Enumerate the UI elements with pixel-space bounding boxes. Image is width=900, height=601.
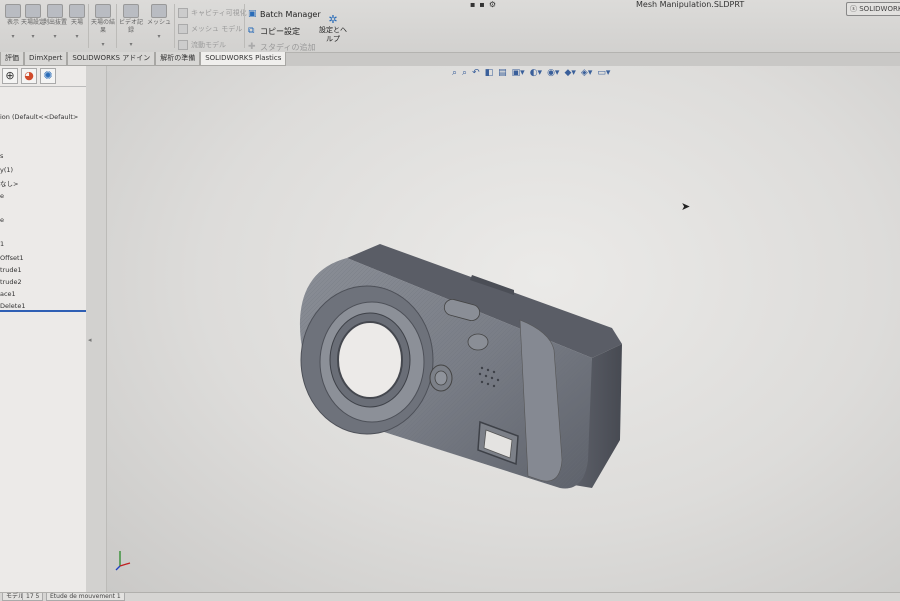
tab-analysis-prep[interactable]: 解析の準備 — [155, 52, 201, 66]
display-manager-icon[interactable]: ◕ — [21, 68, 37, 84]
copy-settings-command[interactable]: ⧉ コピー設定 — [248, 26, 300, 37]
options-gear-icon[interactable]: ⚙ — [489, 0, 500, 9]
tree-item[interactable]: e — [0, 216, 4, 224]
panel-tab-icons: ⊕ ◕ ✺ — [0, 66, 86, 87]
mouse-cursor-icon: ➤ — [681, 200, 691, 213]
apply-scene-icon[interactable]: ◈▾ — [581, 68, 592, 78]
cavity-visualization-command[interactable]: キャビティ可視化 — [178, 8, 247, 18]
batch-manager-icon: ▣ — [248, 9, 257, 19]
results-icon — [95, 4, 111, 18]
tree-item[interactable]: 1 — [0, 240, 4, 248]
display-style-icon[interactable]: ◐▾ — [530, 68, 542, 78]
flow-model-command[interactable]: 流動モデル — [178, 40, 226, 50]
mesh-model-icon — [178, 24, 188, 34]
chevron-down-icon: ▾ — [75, 33, 79, 40]
solidworks-logo: ⓢ SOLIDWORKS — [846, 2, 900, 16]
previous-view-icon[interactable]: ↶ — [472, 68, 480, 78]
chevron-down-icon: ▾ — [129, 41, 133, 48]
ribbon-button-results[interactable]: 天場の結果 ▾ — [90, 4, 116, 49]
batch-manager-command[interactable]: ▣ Batch Manager — [248, 9, 321, 20]
cavity-icon — [178, 8, 188, 18]
ribbon-button-video[interactable]: ビデオ記録 ▾ — [118, 4, 144, 49]
panel-splitter[interactable] — [86, 66, 107, 596]
settings-icon — [25, 4, 41, 18]
zoom-to-fit-icon[interactable]: ⌕ — [452, 68, 457, 78]
plastics-manager-icon[interactable]: ✺ — [40, 68, 56, 84]
ribbon-separator — [244, 4, 245, 48]
dimxpert-manager-icon[interactable]: ⊕ — [2, 68, 18, 84]
camera-mesh-model[interactable] — [292, 240, 632, 495]
configuration-label: ion (Default<<Default> — [0, 113, 79, 121]
ribbon-separator — [174, 4, 175, 48]
view-orientation-icon[interactable]: ▣▾ — [512, 68, 525, 78]
print-icon[interactable]: ▪ — [479, 0, 488, 9]
tab-solidworks-addins[interactable]: SOLIDWORKS アドイン — [67, 52, 156, 66]
mesh-model-command[interactable]: メッシュ モデル — [178, 24, 242, 34]
view-icon — [5, 4, 21, 18]
tab-solidworks-plastics[interactable]: SOLIDWORKS Plastics — [200, 52, 287, 66]
dynamic-annotation-icon[interactable]: ▤ — [498, 68, 507, 78]
zoom-area-icon[interactable]: ⌕ — [462, 68, 467, 78]
ribbon-button-mesh[interactable]: メッシュ ▾ — [146, 4, 172, 41]
section-view-icon[interactable]: ◧ — [485, 68, 494, 78]
tree-item[interactable]: Offset1 — [0, 254, 24, 262]
chevron-down-icon: ▾ — [157, 33, 161, 40]
ribbon-separator — [88, 4, 89, 48]
extract-icon — [47, 4, 63, 18]
heads-up-view-toolbar: ⌕ ⌕ ↶ ◧ ▤ ▣▾ ◐▾ ◉▾ ◆▾ ◈▾ ▭▾ — [452, 68, 610, 78]
view-settings-icon[interactable]: ▭▾ — [597, 68, 610, 78]
sensor-window — [467, 333, 489, 351]
chevron-down-icon: ▾ — [101, 41, 105, 48]
flow-model-icon — [178, 40, 188, 50]
tree-item[interactable]: s — [0, 152, 3, 160]
tab-dimxpert[interactable]: DimXpert — [24, 52, 68, 66]
tree-item[interactable]: trude2 — [0, 278, 22, 286]
axis-triad — [115, 551, 131, 571]
tree-item-selected[interactable]: Delete1 — [0, 302, 86, 312]
command-ribbon: 表示 ▾ 天場設定 ▾ 剥出抜置 ▾ 天場 ▾ 天場の結果 ▾ ビデオ記録 ▾ … — [0, 0, 900, 53]
mesh-icon — [151, 4, 167, 18]
add-study-icon: ✚ — [248, 42, 256, 52]
ribbon-button-field[interactable]: 天場 ▾ — [64, 4, 90, 41]
flash-lens — [434, 370, 448, 386]
tree-item[interactable]: ace1 — [0, 290, 16, 298]
command-manager-tabs: 評価 DimXpert SOLIDWORKS アドイン 解析の準備 SOLIDW… — [0, 52, 287, 66]
tree-item[interactable]: y(1) — [0, 166, 13, 174]
lens-opening — [337, 321, 403, 399]
collapse-arrow-icon[interactable]: ◂ — [88, 336, 92, 344]
field-icon — [69, 4, 85, 18]
feature-manager-panel: ⊕ ◕ ✺ ion (Default<<Default> s y(1) なし> … — [0, 66, 87, 592]
gear-icon: ✲ — [328, 13, 338, 26]
video-icon — [123, 4, 139, 18]
edit-appearance-icon[interactable]: ◆▾ — [564, 68, 575, 78]
hide-show-icon[interactable]: ◉▾ — [547, 68, 559, 78]
tree-item[interactable]: なし> — [0, 178, 18, 188]
tree-item[interactable]: e — [0, 192, 4, 200]
copy-settings-icon: ⧉ — [248, 26, 255, 36]
tab-evaluate[interactable]: 評価 — [0, 52, 24, 66]
ribbon-separator — [116, 4, 117, 48]
settings-help-button[interactable]: ✲ 設定とヘルプ — [318, 14, 348, 44]
window-title: Mesh Manipulation.SLDPRT — [636, 0, 745, 9]
title-toolbar: ▪▪⚙ — [470, 0, 500, 9]
save-icon[interactable]: ▪ — [470, 0, 479, 9]
tree-item[interactable]: trude1 — [0, 266, 22, 274]
